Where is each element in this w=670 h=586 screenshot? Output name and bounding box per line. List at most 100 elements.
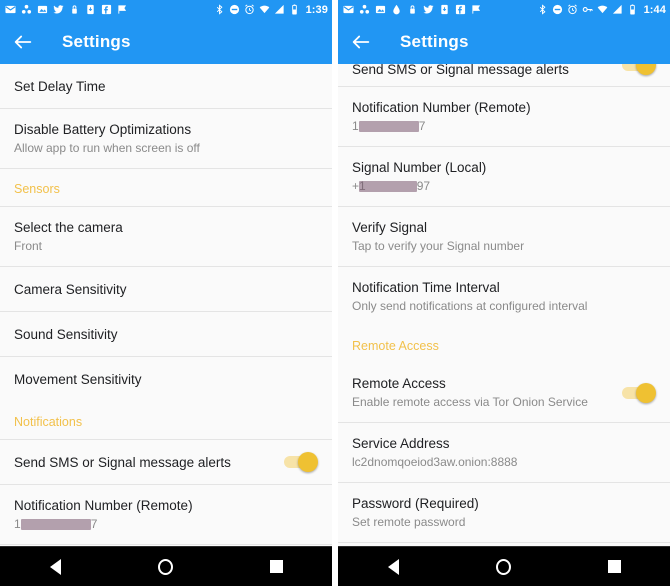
list-item-remote-access[interactable]: Remote Access Enable remote access via T… — [338, 363, 670, 423]
twitter-icon — [53, 5, 64, 14]
list-item-verify-signal[interactable]: Verify Signal Tap to verify your Signal … — [338, 207, 670, 267]
page-title: Settings — [400, 31, 469, 51]
row-texts: Select the camera Front — [14, 219, 318, 254]
bluetooth-icon — [539, 4, 546, 15]
battery-icon — [291, 4, 297, 15]
section-header-remote-access: Remote Access — [338, 326, 670, 363]
list-item-subtitle: Tap to verify your Signal number — [352, 239, 525, 253]
list-item-subtitle: Set remote password — [352, 515, 466, 529]
list-item-title: Send SMS or Signal message alerts — [352, 64, 569, 77]
recents-square-icon — [608, 560, 622, 573]
redacted-suffix: 7 — [90, 517, 98, 531]
list-item-camera-sensitivity[interactable]: Camera Sensitivity — [0, 267, 332, 312]
row-texts: Send SMS or Signal message alerts — [352, 64, 612, 78]
redacted-prefix: 1 — [14, 517, 21, 531]
list-item-disable-battery-optimizations[interactable]: Disable Battery Optimizations Allow app … — [0, 109, 332, 169]
row-texts: Signal Number (Local) +1 97 — [352, 159, 656, 194]
nav-back-button[interactable] — [378, 552, 408, 582]
row-texts: Set Delay Time — [14, 78, 318, 95]
back-arrow-icon[interactable] — [350, 31, 372, 53]
list-item-title: Movement Sensitivity — [14, 372, 142, 387]
section-header-notifications: Notifications — [0, 402, 332, 440]
settings-list-right[interactable]: Send SMS or Signal message alerts Notifi… — [338, 64, 670, 546]
list-item-notification-time-interval[interactable]: Notification Time Interval Only send not… — [338, 267, 670, 326]
app-bar-left: Settings — [0, 19, 332, 64]
list-item-title: Remote Access — [352, 376, 446, 391]
list-item-service-address[interactable]: Service Address lc2dnomqoeiod3aw.onion:8… — [338, 423, 670, 483]
section-header-sensors: Sensors — [0, 169, 332, 207]
android-nav-bar-right — [338, 546, 670, 586]
lock-icon — [410, 5, 415, 14]
row-texts: Movement Sensitivity — [14, 371, 318, 388]
list-item-send-sms-or-signal-message-alerts[interactable]: Send SMS or Signal message alerts — [338, 64, 670, 87]
nav-home-button[interactable] — [489, 552, 519, 582]
screenshot-pair: 1:39 Settings Set Delay Time Disable Bat… — [0, 0, 670, 586]
lock-icon — [72, 5, 77, 14]
cellular-icon — [612, 4, 622, 14]
list-item-title: Signal Number (Local) — [352, 160, 487, 175]
list-item-select-the-camera[interactable]: Select the camera Front — [0, 207, 332, 267]
toggle-send-sms-alerts[interactable] — [284, 452, 318, 472]
facebook-icon — [455, 4, 466, 15]
list-item-title: Set Delay Time — [14, 78, 106, 94]
list-item-notification-number-remote[interactable]: Notification Number (Remote) 1 7 — [0, 485, 332, 545]
settings-list-left[interactable]: Set Delay Time Disable Battery Optimizat… — [0, 64, 332, 546]
row-texts: Disable Battery Optimizations Allow app … — [14, 121, 318, 156]
bluetooth-icon — [216, 4, 223, 15]
nav-recents-button[interactable] — [600, 552, 630, 582]
list-item-sound-sensitivity[interactable]: Sound Sensitivity — [0, 312, 332, 357]
list-item-send-sms-or-signal-message-alerts[interactable]: Send SMS or Signal message alerts — [0, 440, 332, 485]
status-bar-right: 1:44 — [338, 0, 670, 19]
row-texts: Verify Signal Tap to verify your Signal … — [352, 219, 656, 254]
list-item-title: Verify Signal — [352, 220, 428, 235]
row-texts: Camera Sensitivity — [14, 281, 318, 298]
drive-icon — [359, 4, 370, 14]
back-triangle-icon — [387, 558, 399, 575]
drive-icon — [21, 4, 32, 14]
gmail-icon — [5, 5, 16, 14]
nav-recents-button[interactable] — [262, 552, 292, 582]
list-item-title: Disable Battery Optimizations — [14, 122, 192, 137]
device-icon — [87, 4, 94, 15]
dnd-icon — [552, 4, 562, 15]
home-circle-icon — [158, 558, 174, 575]
list-item-subtitle: lc2dnomqoeiod3aw.onion:8888 — [352, 455, 518, 469]
status-bar-clock: 1:44 — [643, 3, 666, 16]
toggle-thumb — [298, 452, 318, 472]
row-texts: Notification Number (Remote) 1 7 — [352, 99, 656, 134]
facebook-icon — [101, 4, 112, 15]
nav-back-button[interactable] — [40, 552, 70, 582]
list-item-password-required[interactable]: Password (Required) Set remote password — [338, 483, 670, 543]
nav-home-button[interactable] — [151, 552, 181, 582]
status-bar-clock: 1:39 — [305, 3, 328, 16]
status-bar-system-icons-left: 1:39 — [214, 4, 328, 16]
back-arrow-icon[interactable] — [12, 31, 34, 53]
photos-icon — [37, 5, 48, 14]
list-item-title: Select the camera — [14, 220, 123, 235]
cellular-icon — [274, 4, 284, 14]
list-item-title: Send SMS or Signal message alerts — [14, 454, 231, 470]
toggle-thumb — [636, 64, 656, 75]
toggle-remote-access[interactable] — [622, 382, 656, 403]
battery-icon — [629, 4, 635, 15]
redaction-bar — [358, 120, 419, 132]
alarm-icon — [244, 4, 254, 15]
wifi-icon — [259, 5, 269, 14]
toggle-thumb — [636, 382, 656, 403]
list-item-subtitle: Enable remote access via Tor Onion Servi… — [352, 395, 588, 409]
row-texts: Service Address lc2dnomqoeiod3aw.onion:8… — [352, 435, 656, 470]
list-item-signal-number-local[interactable]: Signal Number (Local) +1 97 — [338, 147, 670, 207]
list-item-movement-sensitivity[interactable]: Movement Sensitivity — [0, 357, 332, 402]
photos-icon — [375, 5, 386, 14]
gmail-icon — [343, 5, 354, 14]
redacted-suffix: 97 — [416, 179, 431, 193]
phone-screen-left: 1:39 Settings Set Delay Time Disable Bat… — [0, 0, 332, 586]
redaction-bar — [358, 180, 417, 192]
status-bar-notification-icons-right — [343, 4, 537, 15]
list-item-set-delay-time[interactable]: Set Delay Time — [0, 64, 332, 109]
list-item-notification-number-remote[interactable]: Notification Number (Remote) 1 7 — [338, 87, 670, 147]
toggle-send-sms-alerts[interactable] — [622, 64, 656, 75]
list-item-title: Notification Number (Remote) — [352, 100, 531, 115]
row-texts: Remote Access Enable remote access via T… — [352, 375, 612, 410]
list-item-title: Notification Number (Remote) — [14, 498, 193, 513]
